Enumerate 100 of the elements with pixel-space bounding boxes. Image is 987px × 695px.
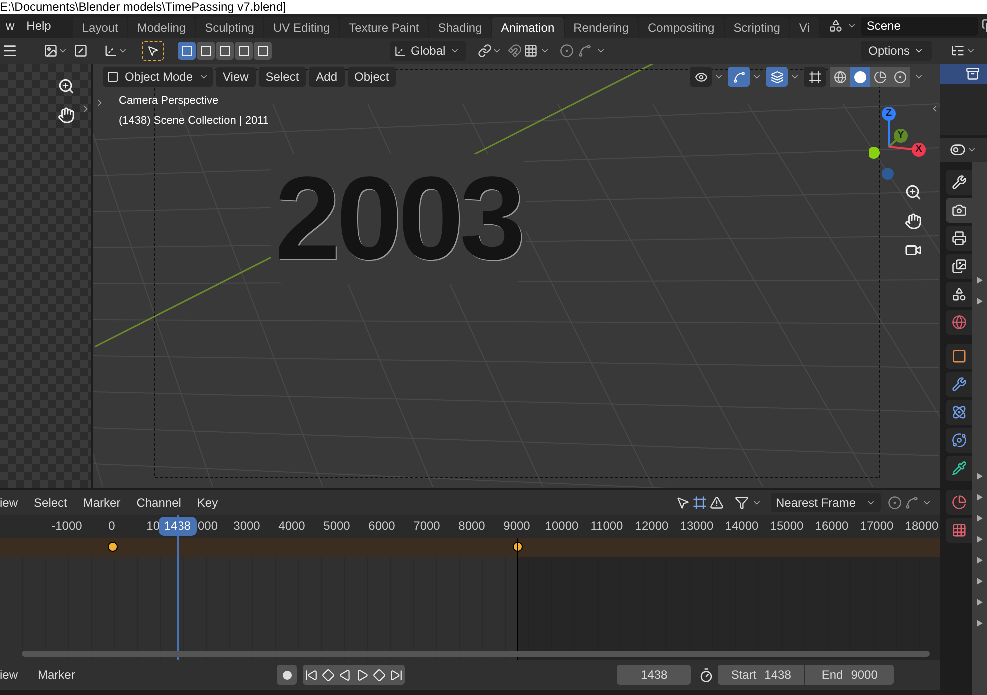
jump-to-end-icon[interactable]	[390, 668, 404, 682]
timeline-menu[interactable]: Channel	[128, 494, 190, 512]
panel-expand-icon[interactable]	[976, 473, 982, 480]
outliner-display-icon[interactable]	[951, 44, 965, 58]
panel-expand-icon[interactable]	[976, 277, 982, 284]
warning-icon[interactable]	[710, 496, 724, 510]
workspace-tab[interactable]: Sculpting	[196, 17, 264, 38]
scene-icon[interactable]	[828, 19, 843, 33]
snap-dropdown[interactable]: Nearest Frame	[771, 493, 881, 512]
zoom-icon[interactable]	[58, 78, 75, 95]
play-reverse-icon[interactable]	[339, 668, 352, 682]
zoom-icon[interactable]	[905, 184, 922, 201]
workspace-tab[interactable]: Animation	[492, 17, 564, 38]
viewport-toggle[interactable]	[690, 67, 712, 87]
panel-expand-icon[interactable]	[976, 578, 982, 585]
previous-keyframe-icon[interactable]	[322, 668, 336, 682]
workspace-tab[interactable]: Shading	[429, 17, 492, 38]
magnet-icon[interactable]	[508, 44, 522, 58]
timeline-menu[interactable]: Select	[26, 494, 76, 512]
selection-mode-button[interactable]	[216, 42, 234, 60]
selection-mode-button[interactable]	[178, 42, 196, 60]
proportional-edit-icon[interactable]	[560, 44, 574, 58]
panel-expand-icon[interactable]	[976, 494, 982, 501]
selection-mode-button[interactable]	[254, 42, 272, 60]
menu-item[interactable]: w	[0, 15, 21, 37]
viewport-menu[interactable]: View	[216, 67, 256, 87]
box-select-icon[interactable]	[693, 496, 707, 510]
end-frame-field[interactable]: End 9000	[805, 665, 894, 685]
start-frame-field[interactable]: Start 1438	[718, 665, 804, 685]
timeline-menu[interactable]: iew	[0, 494, 26, 512]
mode-dropdown[interactable]: Object Mode	[103, 67, 213, 87]
keyframe-marker[interactable]	[108, 542, 118, 552]
workspace-tab[interactable]: Compositing	[639, 17, 724, 38]
panel-expand-icon[interactable]	[976, 620, 982, 627]
panel-expand-icon[interactable]	[976, 557, 982, 564]
properties-tab[interactable]	[946, 400, 972, 425]
properties-tab[interactable]	[946, 344, 972, 369]
hand-icon[interactable]	[905, 213, 922, 230]
viewport-toggle[interactable]	[804, 67, 826, 87]
panel-expand-icon[interactable]	[976, 599, 982, 606]
properties-tab[interactable]	[946, 226, 972, 251]
properties-tab[interactable]	[946, 428, 972, 453]
editor-type-icon[interactable]	[950, 142, 966, 158]
select-tool-button[interactable]	[142, 41, 164, 61]
image-icon[interactable]	[44, 44, 58, 58]
outliner-row[interactable]	[940, 64, 987, 84]
falloff-icon[interactable]	[578, 44, 592, 58]
filter-icon[interactable]	[735, 496, 749, 510]
workspace-tab[interactable]: UV Editing	[264, 17, 340, 38]
viewport-menu[interactable]: Select	[258, 67, 306, 87]
scene-field[interactable]: Scene	[860, 16, 978, 36]
properties-tab[interactable]	[946, 372, 972, 397]
workspace-tab[interactable]: Vi	[790, 17, 819, 38]
workspace-tab[interactable]: Scripting	[724, 17, 790, 38]
workspace-tab[interactable]: Layout	[73, 17, 128, 38]
proportional-edit-icon[interactable]	[888, 496, 902, 510]
workspace-tab[interactable]: Rendering	[564, 17, 638, 38]
play-icon[interactable]	[356, 668, 370, 682]
selection-mode-button[interactable]	[235, 42, 253, 60]
playback-menu[interactable]: Marker	[28, 666, 86, 684]
viewport-toggle[interactable]	[728, 67, 750, 87]
menu-item[interactable]: Help	[20, 15, 58, 37]
shading-mode-button[interactable]	[870, 67, 890, 87]
next-keyframe-icon[interactable]	[373, 668, 386, 682]
viewport-toggle[interactable]	[766, 67, 788, 87]
orientation-dropdown[interactable]: Global	[390, 41, 466, 61]
menu-icon[interactable]	[2, 43, 18, 59]
keyframe-marker[interactable]	[513, 542, 523, 552]
current-frame-field[interactable]: 1438	[617, 665, 692, 685]
panel-expand-icon[interactable]	[976, 298, 982, 305]
shading-mode-button[interactable]	[830, 67, 850, 87]
viewport-menu[interactable]: Add	[309, 67, 345, 87]
shading-mode-button[interactable]	[890, 67, 910, 87]
jump-to-start-icon[interactable]	[305, 668, 318, 682]
falloff-icon[interactable]	[905, 496, 919, 510]
timeline-menu[interactable]: Key	[189, 494, 226, 512]
hand-icon[interactable]	[58, 107, 75, 124]
snap-increment-icon[interactable]	[524, 44, 538, 58]
properties-tab[interactable]	[946, 282, 972, 307]
selection-mode-button[interactable]	[197, 42, 215, 60]
viewport-menu[interactable]: Object	[348, 67, 396, 87]
timeline-menu[interactable]: Marker	[75, 494, 129, 512]
gizmo-axis-label[interactable]: Y	[894, 129, 908, 143]
gizmo-axis-label[interactable]: X	[912, 143, 926, 157]
transform-pivot-icon[interactable]	[104, 44, 118, 58]
playback-menu[interactable]: iew	[0, 666, 28, 684]
shading-mode-button[interactable]	[850, 67, 870, 87]
properties-tab[interactable]	[946, 456, 972, 481]
stopwatch-icon[interactable]	[699, 668, 714, 682]
gizmo-axis-label[interactable]: Z	[882, 107, 896, 121]
properties-tab[interactable]	[946, 254, 972, 279]
options-dropdown[interactable]: Options	[860, 41, 932, 61]
current-frame-badge[interactable]: 1438	[158, 517, 197, 536]
panel-expand-icon[interactable]	[976, 536, 982, 543]
properties-tab[interactable]	[946, 198, 972, 223]
cursor-icon[interactable]	[676, 496, 690, 510]
panel-expand-icon[interactable]	[976, 515, 982, 522]
properties-tab[interactable]	[946, 170, 972, 195]
auto-keying-button[interactable]	[277, 665, 298, 685]
workspace-tab[interactable]: Texture Paint	[340, 17, 428, 38]
